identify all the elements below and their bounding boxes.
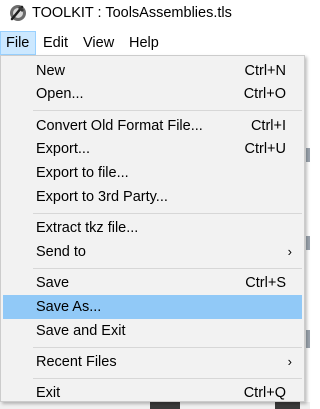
menu-item-shortcut: Ctrl+N <box>244 63 287 79</box>
menu-item-label: Send to <box>36 244 86 260</box>
menu-item-label: Export to 3rd Party... <box>36 189 168 205</box>
menu-item-label: Export to file... <box>36 165 129 181</box>
menu-item-send-to[interactable]: Send to › <box>3 240 302 264</box>
menu-item-label: Save As... <box>36 299 102 315</box>
menu-item-label: Export... <box>36 141 90 157</box>
menu-separator <box>33 347 302 348</box>
menu-item-shortcut: Ctrl+S <box>245 275 286 291</box>
menu-item-convert-old-format[interactable]: Convert Old Format File... Ctrl+I <box>3 114 302 138</box>
menu-edit[interactable]: Edit <box>36 31 75 55</box>
menu-item-save-and-exit[interactable]: Save and Exit <box>3 319 302 343</box>
menu-view[interactable]: View <box>76 31 121 55</box>
menu-item-shortcut: Ctrl+O <box>243 86 286 102</box>
window-title: TOOLKIT : ToolsAssemblies.tls <box>32 5 232 21</box>
menu-item-export[interactable]: Export... Ctrl+U <box>3 137 302 161</box>
menu-item-save[interactable]: Save Ctrl+S <box>3 271 302 295</box>
menu-file[interactable]: File <box>0 31 36 55</box>
menu-item-extract-tkz[interactable]: Extract tkz file... <box>3 216 302 240</box>
menu-bar: File Edit View Help <box>0 31 310 55</box>
menu-separator <box>33 110 302 111</box>
menu-separator <box>33 378 302 379</box>
menu-item-label: Save <box>36 275 70 291</box>
menu-item-label: Recent Files <box>36 354 117 370</box>
menu-item-label: Save and Exit <box>36 323 126 339</box>
menu-item-export-to-file[interactable]: Export to file... <box>3 161 302 185</box>
background-fragment <box>306 330 310 348</box>
menu-help[interactable]: Help <box>122 31 166 55</box>
title-bar: TOOLKIT : ToolsAssemblies.tls <box>0 0 310 30</box>
menu-item-label: Open... <box>36 86 84 102</box>
menu-item-export-to-3rd-party[interactable]: Export to 3rd Party... <box>3 185 302 209</box>
menu-separator <box>33 213 302 214</box>
menu-item-label: Convert Old Format File... <box>36 118 203 134</box>
menu-separator <box>33 268 302 269</box>
menu-item-shortcut: Ctrl+Q <box>243 385 286 401</box>
menu-item-new[interactable]: New Ctrl+N <box>3 59 302 83</box>
chevron-right-icon: › <box>287 244 292 259</box>
menu-item-save-as[interactable]: Save As... <box>3 295 302 319</box>
menu-item-label: Extract tkz file... <box>36 220 139 236</box>
menu-item-open[interactable]: Open... Ctrl+O <box>3 82 302 106</box>
menu-item-exit[interactable]: Exit Ctrl+Q <box>3 381 302 405</box>
background-window-edge <box>305 56 310 409</box>
menu-item-label: New <box>36 63 66 79</box>
menu-item-shortcut: Ctrl+U <box>244 141 287 157</box>
file-menu-dropdown: New Ctrl+N Open... Ctrl+O Convert Old Fo… <box>0 55 305 402</box>
chevron-right-icon: › <box>287 354 292 369</box>
menu-item-shortcut: Ctrl+I <box>250 118 286 134</box>
background-fragment <box>306 148 310 162</box>
toolkit-app-icon <box>10 5 26 21</box>
background-fragment <box>306 236 310 250</box>
menu-item-label: Exit <box>36 385 61 401</box>
menu-item-recent-files[interactable]: Recent Files › <box>3 350 302 374</box>
